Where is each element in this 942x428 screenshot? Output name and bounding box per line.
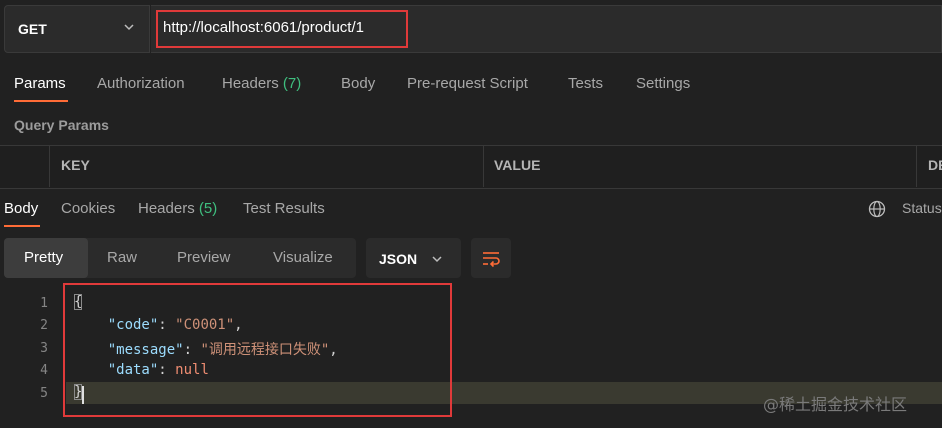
tab-label: Tests	[568, 75, 604, 92]
globe-icon[interactable]	[868, 200, 886, 218]
response-tab-test-results[interactable]: Test Results	[243, 200, 325, 217]
column-divider	[49, 145, 50, 187]
format-label: JSON	[379, 251, 418, 267]
headers-count-badge: (5)	[198, 200, 218, 217]
active-tab-indicator	[14, 100, 68, 102]
response-tab-body[interactable]: Body	[4, 200, 38, 217]
column-header-value: VALUE	[494, 157, 541, 173]
method-label: GET	[18, 21, 47, 37]
url-text[interactable]: http://localhost:6061/product/1	[163, 19, 364, 36]
tab-label: Pre-request Script	[407, 75, 528, 92]
view-pretty-button[interactable]: Pretty	[24, 249, 63, 266]
wrap-lines-icon	[483, 252, 500, 268]
response-divider[interactable]	[0, 188, 942, 189]
tab-settings[interactable]: Settings	[636, 75, 690, 92]
tab-pre-request-script[interactable]: Pre-request Script	[407, 75, 528, 92]
tab-authorization[interactable]: Authorization	[97, 75, 185, 92]
tab-headers[interactable]: Headers (7)	[222, 75, 301, 92]
chevron-down-icon[interactable]	[122, 20, 136, 34]
response-tab-cookies[interactable]: Cookies	[61, 200, 115, 217]
headers-count-badge: (7)	[282, 75, 302, 92]
column-header-description: DE	[928, 157, 942, 173]
line-number: 4	[40, 363, 48, 378]
response-tab-headers[interactable]: Headers (5)	[138, 200, 217, 217]
params-table-header	[0, 145, 942, 189]
tab-label: Headers	[138, 200, 195, 217]
response-annotation-box	[63, 283, 452, 417]
tab-tests[interactable]: Tests	[568, 75, 603, 92]
tab-label: Headers	[222, 75, 279, 92]
view-visualize-button[interactable]: Visualize	[273, 249, 333, 266]
column-header-key: KEY	[61, 157, 90, 173]
status-label: Status	[902, 200, 942, 216]
column-divider[interactable]	[916, 145, 917, 187]
line-number: 1	[40, 296, 48, 311]
tab-label: Cookies	[61, 200, 116, 217]
tab-label: Authorization	[97, 75, 185, 92]
tab-params[interactable]: Params	[14, 75, 66, 92]
tab-label: Body	[341, 75, 376, 92]
view-raw-button[interactable]: Raw	[107, 249, 137, 266]
line-number: 3	[40, 341, 48, 356]
tab-label: Settings	[636, 75, 691, 92]
tab-label: Params	[14, 75, 66, 92]
column-divider[interactable]	[483, 145, 484, 187]
active-response-tab-indicator	[4, 225, 40, 227]
chevron-down-icon	[432, 256, 442, 263]
tab-label: Test Results	[243, 200, 325, 217]
tab-label: Body	[4, 200, 39, 217]
line-number: 5	[40, 386, 48, 401]
watermark: @稀土掘金技术社区	[763, 395, 908, 414]
tab-body[interactable]: Body	[341, 75, 375, 92]
view-preview-button[interactable]: Preview	[177, 249, 230, 266]
query-params-title: Query Params	[14, 117, 109, 133]
line-number: 2	[40, 318, 48, 333]
